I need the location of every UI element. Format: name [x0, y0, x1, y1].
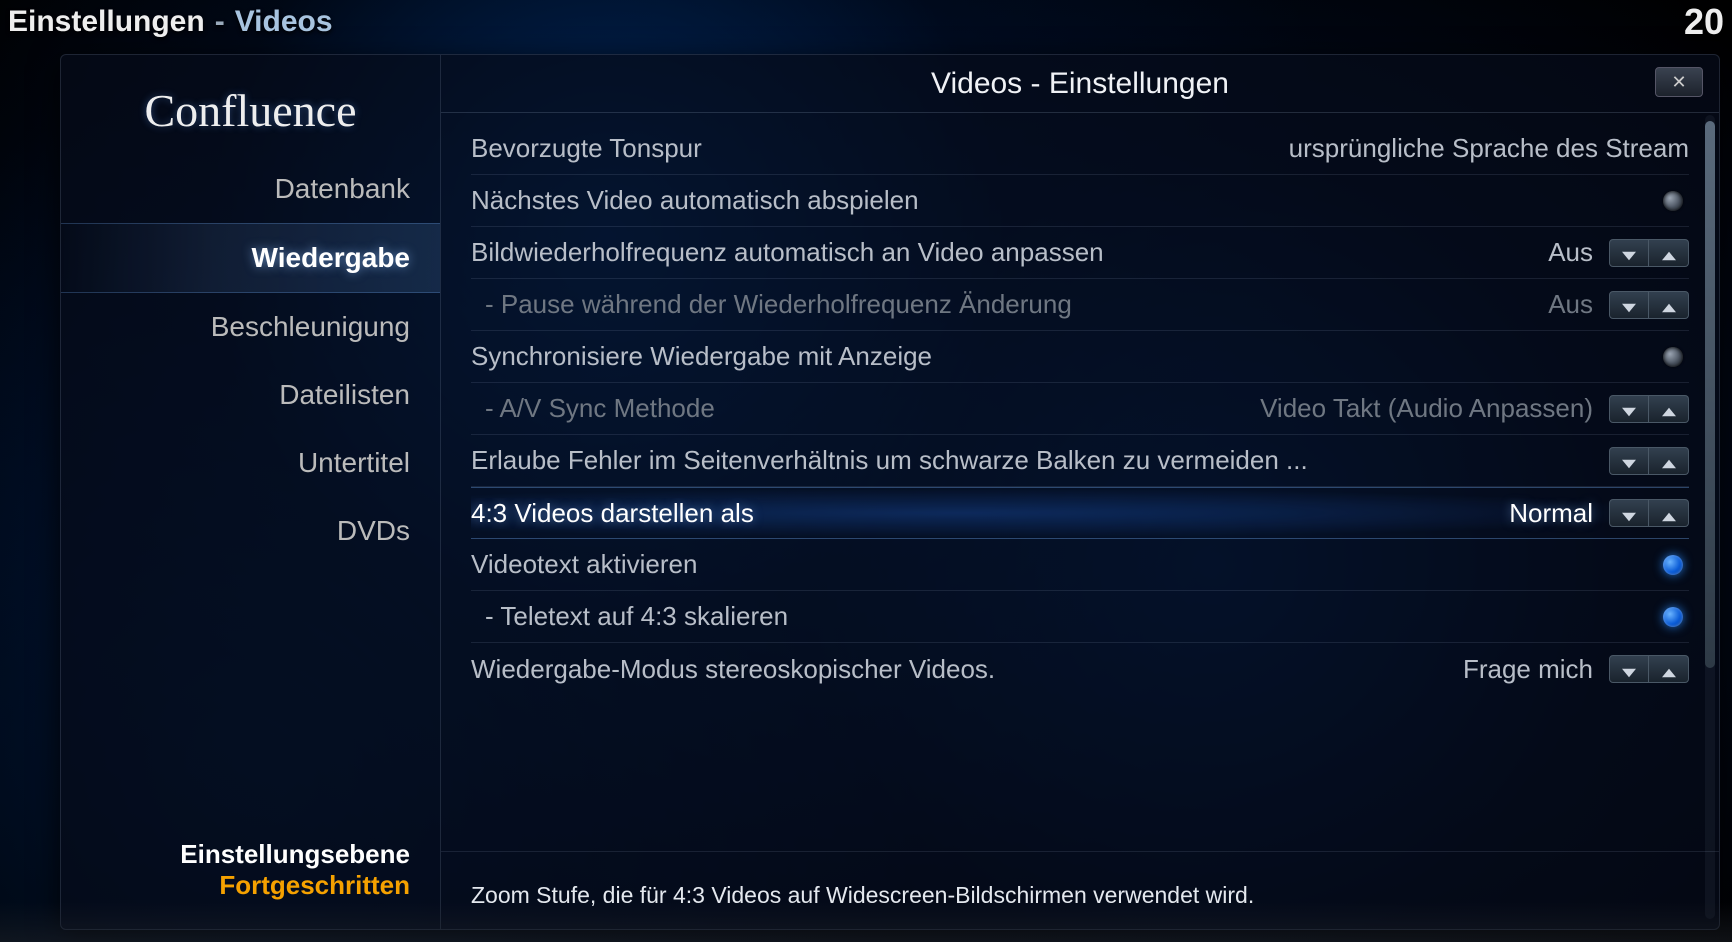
- chevron-down-icon: [1622, 237, 1636, 268]
- spinner-down-button[interactable]: [1609, 655, 1649, 683]
- spinner-up-button[interactable]: [1649, 291, 1689, 319]
- chevron-up-icon: [1662, 393, 1676, 424]
- setting-label: Erlaube Fehler im Seitenverhältnis um sc…: [471, 445, 1603, 476]
- setting-row-teletext-scale[interactable]: - Teletext auf 4:3 skalieren: [471, 591, 1689, 643]
- setting-label: - Pause während der Wiederholfrequenz Än…: [471, 289, 1548, 320]
- settings-rows: Bevorzugte Tonspurursprüngliche Sprache …: [441, 113, 1719, 843]
- scrollbar[interactable]: [1705, 115, 1715, 919]
- confluence-logo: Confluence: [61, 65, 440, 155]
- spinner: [1609, 447, 1689, 475]
- breadcrumb-separator: -: [215, 5, 225, 39]
- setting-value: Frage mich: [1463, 654, 1593, 685]
- chevron-down-icon: [1622, 445, 1636, 476]
- setting-row-sync-playback[interactable]: Synchronisiere Wiedergabe mit Anzeige: [471, 331, 1689, 383]
- setting-row-adjust-refresh[interactable]: Bildwiederholfrequenz automatisch an Vid…: [471, 227, 1689, 279]
- chevron-down-icon: [1622, 654, 1636, 685]
- setting-label: Nächstes Video automatisch abspielen: [471, 185, 1663, 216]
- toggle-radio[interactable]: [1663, 191, 1683, 211]
- spinner: [1609, 655, 1689, 683]
- page-title: Videos - Einstellungen: [931, 67, 1229, 101]
- sidebar-items: DatenbankWiedergabeBeschleunigungDateili…: [61, 155, 440, 565]
- setting-label: - Teletext auf 4:3 skalieren: [471, 601, 1663, 632]
- spinner-down-button[interactable]: [1609, 499, 1649, 527]
- setting-label: Bildwiederholfrequenz automatisch an Vid…: [471, 237, 1548, 268]
- breadcrumb-subsection: Videos: [235, 5, 333, 39]
- sidebar-item-0[interactable]: Datenbank: [61, 155, 440, 223]
- spinner: [1609, 239, 1689, 267]
- chevron-up-icon: [1662, 498, 1676, 529]
- main-panel: Videos - Einstellungen ✕ Bevorzugte Tons…: [441, 55, 1719, 929]
- settings-window: Confluence DatenbankWiedergabeBeschleuni…: [60, 54, 1720, 930]
- spinner: [1609, 395, 1689, 423]
- setting-row-pause-during-refresh[interactable]: - Pause während der Wiederholfrequenz Än…: [471, 279, 1689, 331]
- setting-row-teletext-enable[interactable]: Videotext aktivieren: [471, 539, 1689, 591]
- setting-row-auto-play-next[interactable]: Nächstes Video automatisch abspielen: [471, 175, 1689, 227]
- toggle-radio[interactable]: [1663, 347, 1683, 367]
- breadcrumb-section: Einstellungen: [8, 5, 205, 39]
- setting-label: Bevorzugte Tonspur: [471, 133, 1289, 164]
- clock: 20: [1684, 1, 1724, 43]
- spinner-up-button[interactable]: [1649, 499, 1689, 527]
- spinner-down-button[interactable]: [1609, 291, 1649, 319]
- setting-label: 4:3 Videos darstellen als: [471, 498, 1509, 529]
- spinner: [1609, 291, 1689, 319]
- sidebar-item-1[interactable]: Wiedergabe: [61, 223, 440, 293]
- setting-row-av-sync-method[interactable]: - A/V Sync MethodeVideo Takt (Audio Anpa…: [471, 383, 1689, 435]
- setting-label: Videotext aktivieren: [471, 549, 1663, 580]
- setting-description: Zoom Stufe, die für 4:3 Videos auf Wides…: [441, 851, 1719, 929]
- spinner-up-button[interactable]: [1649, 447, 1689, 475]
- spinner-up-button[interactable]: [1649, 395, 1689, 423]
- chevron-up-icon: [1662, 237, 1676, 268]
- chevron-up-icon: [1662, 445, 1676, 476]
- setting-value: Normal: [1509, 498, 1593, 529]
- chevron-down-icon: [1622, 289, 1636, 320]
- chevron-up-icon: [1662, 654, 1676, 685]
- close-icon: ✕: [1671, 72, 1686, 93]
- breadcrumb-bar: Einstellungen - Videos 20: [0, 0, 1732, 44]
- chevron-down-icon: [1622, 393, 1636, 424]
- settings-level[interactable]: Einstellungsebene Fortgeschritten: [61, 829, 440, 919]
- setting-value: Aus: [1548, 289, 1593, 320]
- sidebar-item-4[interactable]: Untertitel: [61, 429, 440, 497]
- spinner-down-button[interactable]: [1609, 395, 1649, 423]
- close-button[interactable]: ✕: [1655, 67, 1703, 97]
- sidebar-item-3[interactable]: Dateilisten: [61, 361, 440, 429]
- spinner-up-button[interactable]: [1649, 655, 1689, 683]
- setting-label: Wiedergabe-Modus stereoskopischer Videos…: [471, 654, 1463, 685]
- setting-value: ursprüngliche Sprache des Stream: [1289, 133, 1689, 164]
- setting-label: Synchronisiere Wiedergabe mit Anzeige: [471, 341, 1663, 372]
- setting-label: - A/V Sync Methode: [471, 393, 1260, 424]
- setting-row-stereo-mode[interactable]: Wiedergabe-Modus stereoskopischer Videos…: [471, 643, 1689, 695]
- sidebar: Confluence DatenbankWiedergabeBeschleuni…: [61, 55, 441, 929]
- setting-row-pref-audio-lang[interactable]: Bevorzugte Tonspurursprüngliche Sprache …: [471, 123, 1689, 175]
- spinner: [1609, 499, 1689, 527]
- spinner-down-button[interactable]: [1609, 239, 1649, 267]
- chevron-up-icon: [1662, 289, 1676, 320]
- spinner-up-button[interactable]: [1649, 239, 1689, 267]
- main-header: Videos - Einstellungen ✕: [441, 55, 1719, 113]
- setting-row-display-4-3[interactable]: 4:3 Videos darstellen alsNormal: [471, 487, 1689, 539]
- spinner-down-button[interactable]: [1609, 447, 1649, 475]
- sidebar-item-5[interactable]: DVDs: [61, 497, 440, 565]
- setting-value: Aus: [1548, 237, 1593, 268]
- setting-row-aspect-error[interactable]: Erlaube Fehler im Seitenverhältnis um sc…: [471, 435, 1689, 487]
- chevron-down-icon: [1622, 498, 1636, 529]
- toggle-radio[interactable]: [1663, 555, 1683, 575]
- settings-level-label: Einstellungsebene: [91, 839, 410, 870]
- settings-level-value: Fortgeschritten: [91, 870, 410, 901]
- setting-value: Video Takt (Audio Anpassen): [1260, 393, 1593, 424]
- toggle-radio[interactable]: [1663, 607, 1683, 627]
- sidebar-item-2[interactable]: Beschleunigung: [61, 293, 440, 361]
- scrollbar-thumb[interactable]: [1705, 121, 1715, 668]
